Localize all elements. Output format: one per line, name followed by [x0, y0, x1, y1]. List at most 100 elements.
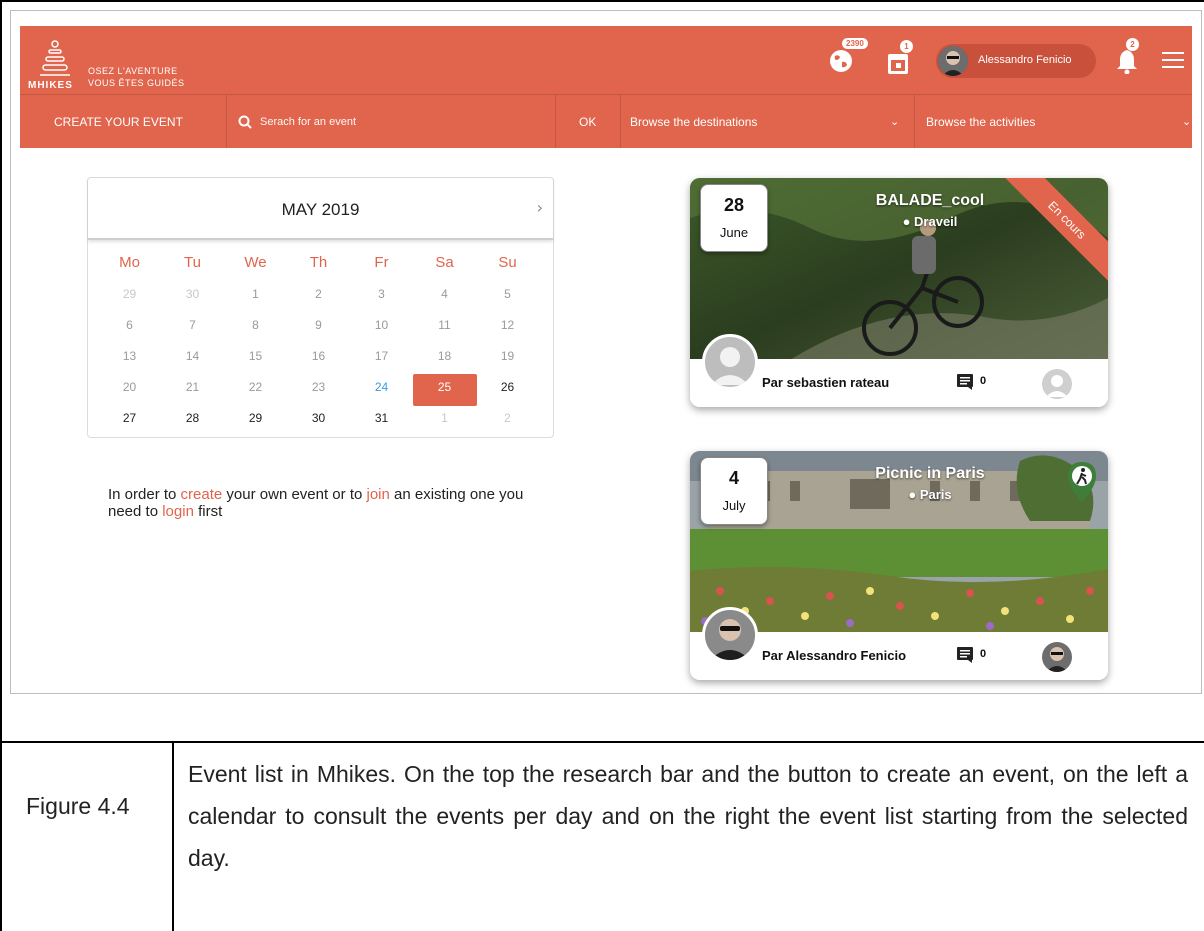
- event-card[interactable]: 4 July Picnic in Paris ● Paris Par Aless…: [690, 451, 1108, 680]
- event-calendar: MAY 2019 › Mo Tu We Th Fr Sa Su 29 30 1 …: [87, 177, 554, 438]
- create-event-button[interactable]: CREATE YOUR EVENT: [20, 95, 227, 148]
- calendar-day[interactable]: 30: [161, 287, 224, 301]
- calendar-day[interactable]: 20: [98, 380, 161, 394]
- location-pin-icon: ●: [908, 487, 917, 502]
- calendar-day[interactable]: 1: [224, 287, 287, 301]
- calendar-day-today[interactable]: 24: [350, 380, 413, 394]
- destinations-dropdown[interactable]: Browse the destinations ⌄: [620, 95, 915, 148]
- logo-brand: MHIKES: [28, 80, 73, 91]
- hamburger-menu-icon[interactable]: [1162, 52, 1184, 70]
- logo-tagline-2: VOUS ÊTES GUIDÉS: [88, 78, 185, 88]
- calendar-day[interactable]: 21: [161, 380, 224, 394]
- calendar-day[interactable]: 2: [287, 287, 350, 301]
- calendar-day[interactable]: 13: [98, 349, 161, 363]
- event-date-box: 4 July: [700, 457, 768, 525]
- event-organizer: Par sebastien rateau: [762, 375, 890, 390]
- caption-left-border: [0, 743, 2, 931]
- weekday-label: Sa: [435, 254, 454, 271]
- calendar-grid: Mo Tu We Th Fr Sa Su 29 30 1 2 3 4 5 6 7…: [98, 250, 538, 436]
- calendar-day[interactable]: 9: [287, 318, 350, 332]
- weekday-label: Mo: [119, 254, 140, 271]
- create-link[interactable]: create: [181, 486, 223, 503]
- calendar-day[interactable]: 7: [161, 318, 224, 332]
- calendar-day[interactable]: 4: [413, 287, 476, 301]
- calendar-icon: [888, 54, 908, 74]
- activities-dropdown[interactable]: Browse the activities ⌄: [914, 95, 1192, 148]
- event-day: 28: [723, 195, 745, 215]
- search-ok-button[interactable]: OK: [555, 95, 621, 148]
- weekday-header-row: Mo Tu We Th Fr Sa Su: [98, 250, 538, 281]
- participant-avatar: [1042, 369, 1072, 399]
- comment-count: 0: [980, 648, 987, 660]
- my-events-button[interactable]: 1: [886, 40, 916, 76]
- search-icon: [238, 115, 252, 129]
- status-ribbon: En cours: [998, 178, 1108, 288]
- join-link[interactable]: join: [367, 486, 390, 503]
- calendar-day[interactable]: 23: [287, 380, 350, 394]
- calendar-day[interactable]: 22: [224, 380, 287, 394]
- user-name: Alessandro Fenicio: [978, 54, 1072, 66]
- weekday-label: Th: [309, 254, 328, 271]
- organizer-avatar[interactable]: [702, 607, 758, 663]
- calendar-day[interactable]: 11: [413, 318, 476, 332]
- calendar-day[interactable]: 3: [350, 287, 413, 301]
- calendar-day[interactable]: 30: [287, 411, 350, 425]
- weekday-label: Fr: [374, 254, 389, 271]
- calendar-day[interactable]: 28: [161, 411, 224, 425]
- calendar-count-badge: 1: [900, 40, 913, 53]
- organizer-avatar[interactable]: [702, 334, 758, 390]
- notifications-button[interactable]: 2: [1116, 38, 1144, 76]
- bell-icon: [1117, 50, 1137, 74]
- navigation-row: CREATE YOUR EVENT Serach for an event OK…: [20, 95, 1192, 148]
- figure-caption-table: Figure 4.4 Event list in Mhikes. On the …: [0, 741, 1204, 931]
- next-month-chevron-icon[interactable]: ›: [537, 198, 543, 217]
- comment-count: 0: [980, 375, 987, 387]
- calendar-day-selected[interactable]: 25: [413, 380, 476, 394]
- event-organizer: Par Alessandro Fenicio: [762, 648, 907, 663]
- destinations-globe-button[interactable]: 2390: [828, 38, 872, 76]
- globe-count-badge: 2390: [842, 38, 868, 49]
- event-date-box: 28 June: [700, 184, 768, 252]
- login-message-text: In order to: [108, 486, 181, 503]
- top-bar: MHIKES OSEZ L'AVENTURE VOUS ÊTES GUIDÉS …: [20, 26, 1192, 95]
- weekday-label: Tu: [184, 254, 201, 271]
- user-profile-button[interactable]: Alessandro Fenicio: [936, 44, 1096, 78]
- calendar-day[interactable]: 10: [350, 318, 413, 332]
- calendar-day[interactable]: 2: [476, 411, 539, 425]
- event-day: 4: [728, 468, 739, 488]
- calendar-day[interactable]: 29: [224, 411, 287, 425]
- calendar-day[interactable]: 19: [476, 349, 539, 363]
- calendar-week: 13 14 15 16 17 18 19: [98, 343, 538, 374]
- destinations-label: Browse the destinations: [630, 115, 758, 129]
- calendar-day[interactable]: 26: [476, 380, 539, 394]
- login-message: In order to create your own event or to …: [108, 486, 548, 520]
- calendar-day[interactable]: 16: [287, 349, 350, 363]
- calendar-day[interactable]: 31: [350, 411, 413, 425]
- calendar-day[interactable]: 12: [476, 318, 539, 332]
- calendar-day[interactable]: 1: [413, 411, 476, 425]
- calendar-day[interactable]: 14: [161, 349, 224, 363]
- search-input[interactable]: Serach for an event: [226, 95, 556, 148]
- logo-tagline-1: OSEZ L'AVENTURE: [88, 66, 178, 76]
- calendar-day[interactable]: 5: [476, 287, 539, 301]
- event-month: June: [719, 225, 749, 240]
- weekday-label: We: [244, 254, 267, 271]
- login-link[interactable]: login: [162, 503, 194, 520]
- chevron-down-icon: ⌄: [1182, 116, 1192, 128]
- login-message-text: first: [193, 503, 223, 520]
- calendar-day[interactable]: 17: [350, 349, 413, 363]
- calendar-day[interactable]: 27: [98, 411, 161, 425]
- search-placeholder: Serach for an event: [260, 116, 357, 128]
- calendar-day[interactable]: 6: [98, 318, 161, 332]
- calendar-week: 6 7 8 9 10 11 12: [98, 312, 538, 343]
- calendar-month-title: MAY 2019: [281, 200, 360, 219]
- calendar-day[interactable]: 15: [224, 349, 287, 363]
- comment-icon: [957, 374, 973, 390]
- default-user-icon: [1046, 375, 1068, 397]
- stacked-stones-icon: [40, 40, 70, 76]
- calendar-day[interactable]: 8: [224, 318, 287, 332]
- calendar-day[interactable]: 29: [98, 287, 161, 301]
- calendar-day[interactable]: 18: [413, 349, 476, 363]
- event-card[interactable]: 28 June BALADE_cool ● Draveil En cours P…: [690, 178, 1108, 407]
- notification-count-badge: 2: [1126, 38, 1139, 51]
